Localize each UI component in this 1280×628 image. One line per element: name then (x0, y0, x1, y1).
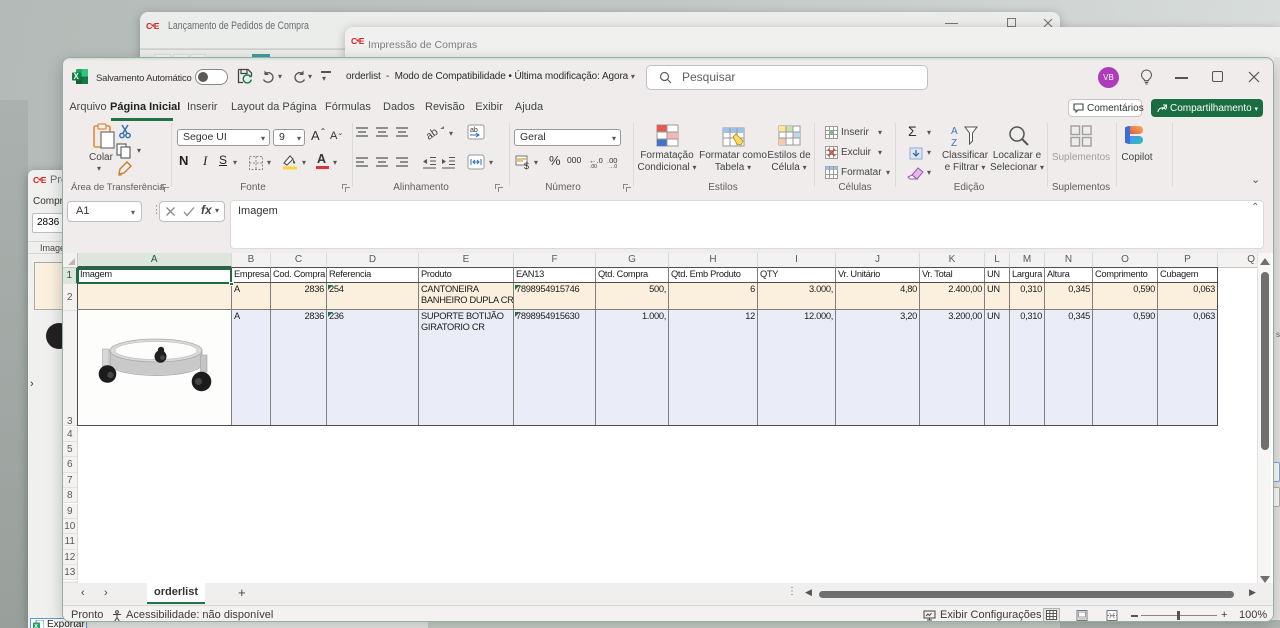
svg-text:A: A (951, 126, 958, 137)
svg-text:$: $ (524, 161, 529, 170)
svg-text:X: X (74, 72, 80, 81)
svg-text:Z: Z (951, 138, 957, 148)
svg-text:E: E (359, 36, 364, 45)
svg-text:E: E (41, 175, 46, 184)
svg-text:.00: .00 (590, 164, 597, 168)
svg-text:ab: ab (427, 126, 440, 140)
svg-text:E: E (154, 21, 159, 30)
svg-text:X: X (34, 624, 38, 628)
svg-text:→.0: →.0 (608, 164, 617, 168)
